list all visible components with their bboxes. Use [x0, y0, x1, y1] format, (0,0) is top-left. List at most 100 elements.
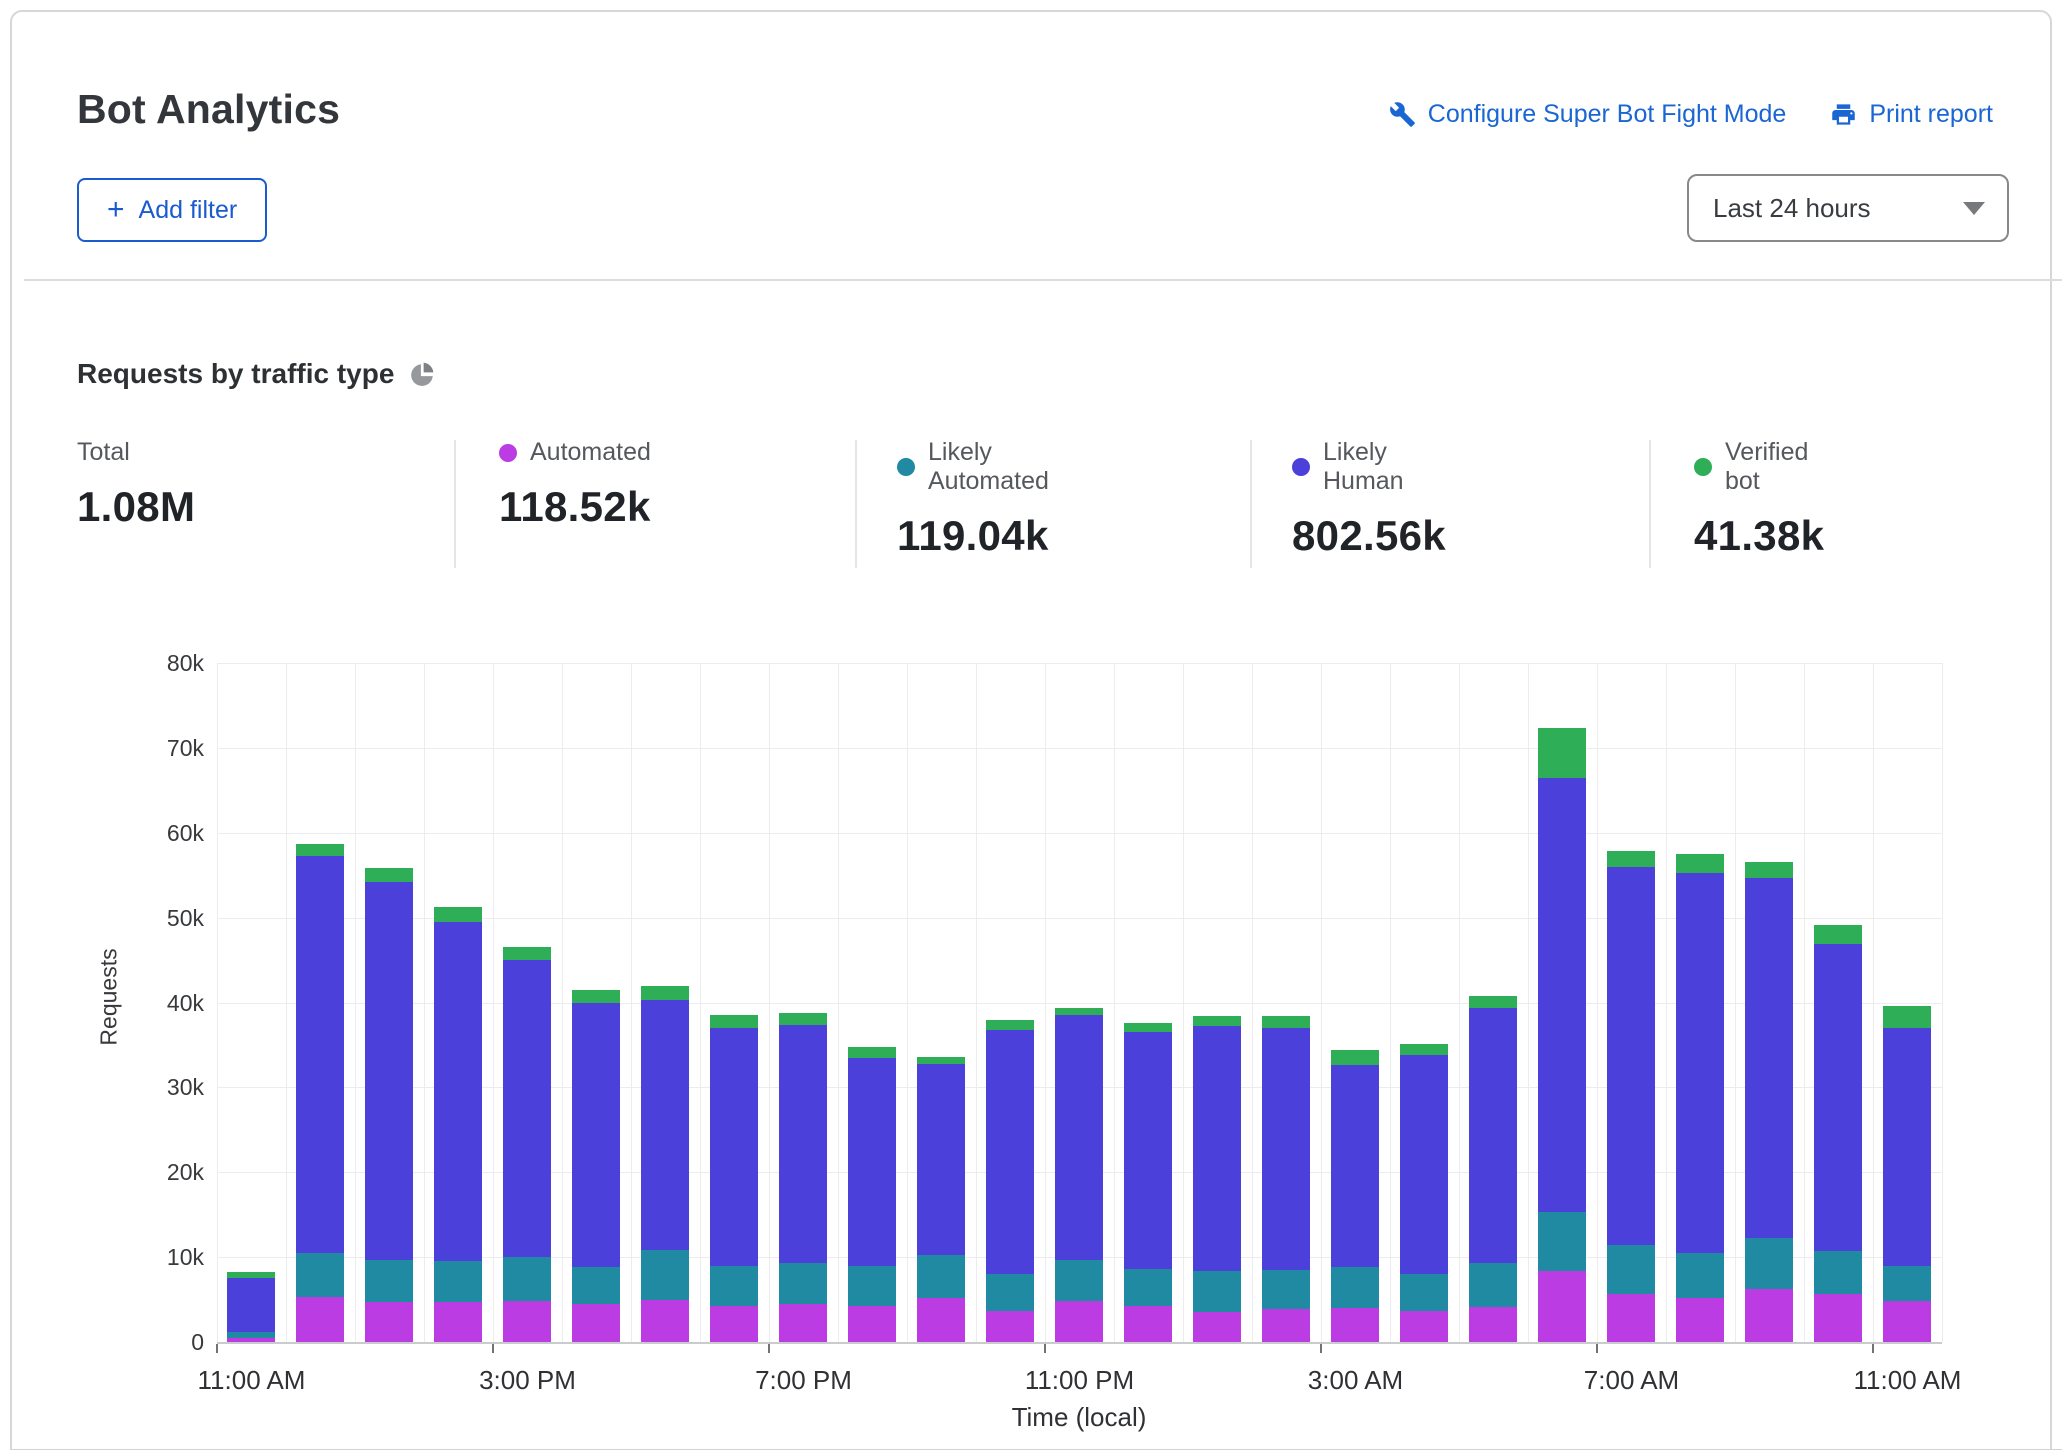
- bar-segment-automated: [917, 1298, 965, 1342]
- bar-segment-automated: [572, 1304, 620, 1342]
- bar-segment-automated: [710, 1306, 758, 1342]
- x-axis-tick: [1596, 1344, 1598, 1353]
- stat-divider: [454, 440, 456, 568]
- bar-segment-likely-human: [1055, 1015, 1103, 1259]
- stat-label: Likely Automated: [928, 438, 1049, 496]
- stacked-bar[interactable]: [572, 990, 620, 1342]
- stacked-bar[interactable]: [917, 1057, 965, 1342]
- header-divider: [24, 279, 2062, 281]
- bar-segment-verified-bot: [1814, 925, 1862, 944]
- printer-icon: [1830, 101, 1857, 128]
- x-axis-title: Time (local): [1012, 1402, 1147, 1433]
- stat-verified-bot: Verified bot 41.38k: [1694, 438, 1824, 560]
- page: Bot Analytics Configure Super Bot Fight …: [0, 0, 2062, 1450]
- stacked-bar[interactable]: [1055, 1008, 1103, 1342]
- y-axis-label: 40k: [112, 989, 204, 1017]
- y-axis-label: 50k: [112, 904, 204, 932]
- bar-segment-likely-human: [434, 922, 482, 1262]
- stacked-bar[interactable]: [1193, 1016, 1241, 1342]
- stacked-bar[interactable]: [227, 1272, 275, 1342]
- stacked-bar[interactable]: [1262, 1016, 1310, 1342]
- stacked-bar[interactable]: [296, 844, 344, 1342]
- bar-segment-likely-automated: [1124, 1269, 1172, 1306]
- bar-segment-verified-bot: [1883, 1006, 1931, 1028]
- stacked-bar[interactable]: [1814, 925, 1862, 1342]
- wrench-icon: [1389, 101, 1416, 128]
- stacked-bar[interactable]: [986, 1020, 1034, 1342]
- stacked-bar[interactable]: [503, 947, 551, 1342]
- bar-segment-automated: [1814, 1294, 1862, 1342]
- x-axis-label: 7:00 AM: [1584, 1365, 1679, 1396]
- bar-segment-likely-automated: [986, 1274, 1034, 1311]
- bar-segment-verified-bot: [848, 1047, 896, 1058]
- gridline-horizontal: [217, 833, 1942, 834]
- bar-segment-likely-human: [986, 1030, 1034, 1274]
- stacked-bar[interactable]: [1469, 996, 1517, 1342]
- stacked-bar[interactable]: [1676, 854, 1724, 1342]
- bar-segment-likely-human: [296, 856, 344, 1253]
- bar-segment-verified-bot: [710, 1015, 758, 1028]
- stacked-bar[interactable]: [1745, 862, 1793, 1342]
- bar-segment-verified-bot: [1745, 862, 1793, 878]
- automated-legend-dot: [499, 444, 517, 462]
- stacked-bar[interactable]: [1400, 1044, 1448, 1342]
- bar-segment-verified-bot: [1331, 1050, 1379, 1065]
- stacked-bar[interactable]: [641, 986, 689, 1342]
- stacked-bar[interactable]: [365, 868, 413, 1342]
- stat-divider: [1250, 440, 1252, 568]
- bar-segment-verified-bot: [1676, 854, 1724, 873]
- bar-segment-likely-human: [917, 1064, 965, 1254]
- bar-segment-likely-human: [1745, 878, 1793, 1239]
- add-filter-label: Add filter: [139, 196, 238, 225]
- stacked-bar[interactable]: [1331, 1050, 1379, 1342]
- stacked-bar[interactable]: [848, 1047, 896, 1342]
- bar-segment-automated: [1055, 1301, 1103, 1342]
- add-filter-button[interactable]: + Add filter: [77, 178, 267, 242]
- time-range-select[interactable]: Last 24 hours: [1687, 174, 2009, 242]
- bar-segment-likely-automated: [1055, 1260, 1103, 1302]
- stacked-bar[interactable]: [434, 907, 482, 1342]
- bar-segment-verified-bot: [1607, 851, 1655, 867]
- stacked-bar[interactable]: [1538, 728, 1586, 1342]
- gridline-vertical: [1942, 663, 1943, 1342]
- bar-segment-automated: [1676, 1298, 1724, 1342]
- x-axis-label: 11:00 PM: [1025, 1365, 1134, 1396]
- bar-segment-automated: [227, 1338, 275, 1342]
- x-axis-tick: [492, 1344, 494, 1353]
- bar-segment-likely-automated: [1469, 1263, 1517, 1307]
- bar-segment-likely-automated: [848, 1266, 896, 1306]
- configure-super-bot-fight-mode-link[interactable]: Configure Super Bot Fight Mode: [1389, 100, 1787, 129]
- bar-segment-likely-automated: [917, 1255, 965, 1298]
- bar-segment-likely-human: [1676, 873, 1724, 1253]
- bar-segment-likely-automated: [1331, 1267, 1379, 1308]
- bar-segment-automated: [503, 1301, 551, 1342]
- stat-total: Total 1.08M: [77, 438, 195, 531]
- bar-segment-automated: [1469, 1307, 1517, 1342]
- bar-segment-likely-automated: [1193, 1271, 1241, 1313]
- stacked-bar[interactable]: [710, 1015, 758, 1342]
- x-axis-label: 11:00 AM: [1854, 1365, 1962, 1396]
- stacked-bar[interactable]: [779, 1013, 827, 1342]
- stat-divider: [1649, 440, 1651, 568]
- bar-segment-automated: [848, 1306, 896, 1343]
- bar-segment-likely-automated: [1607, 1245, 1655, 1293]
- configure-link-label: Configure Super Bot Fight Mode: [1428, 100, 1787, 129]
- stacked-bar[interactable]: [1124, 1023, 1172, 1342]
- print-report-link[interactable]: Print report: [1830, 100, 1993, 129]
- page-title: Bot Analytics: [77, 86, 340, 133]
- bar-segment-verified-bot: [986, 1020, 1034, 1029]
- bar-segment-verified-bot: [1262, 1016, 1310, 1028]
- bar-segment-likely-automated: [641, 1250, 689, 1300]
- bar-segment-verified-bot: [1124, 1023, 1172, 1032]
- x-axis-label: 7:00 PM: [755, 1365, 852, 1396]
- stat-value: 802.56k: [1292, 512, 1446, 560]
- stacked-bar[interactable]: [1607, 851, 1655, 1342]
- bar-segment-likely-automated: [503, 1257, 551, 1301]
- bar-segment-verified-bot: [365, 868, 413, 882]
- stat-value: 41.38k: [1694, 512, 1824, 560]
- y-axis-label: 0: [112, 1328, 204, 1356]
- stacked-bar[interactable]: [1883, 1006, 1931, 1342]
- likely-human-legend-dot: [1292, 458, 1310, 476]
- bar-segment-verified-bot: [917, 1057, 965, 1065]
- bar-segment-verified-bot: [1400, 1044, 1448, 1055]
